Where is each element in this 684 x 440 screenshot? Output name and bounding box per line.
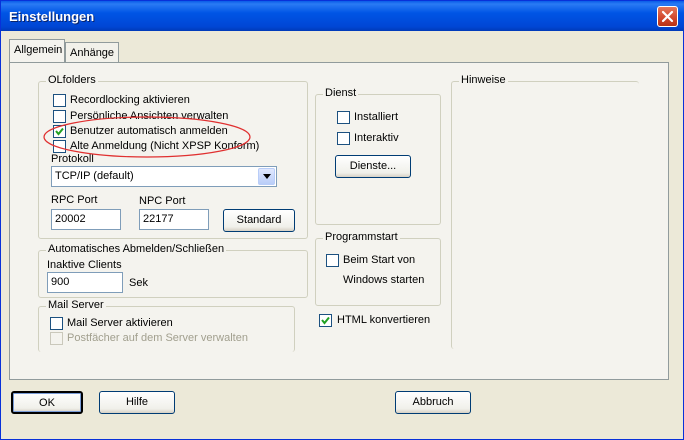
close-button[interactable] xyxy=(657,6,678,27)
settings-dialog: Einstellungen Allgemein Anhänge OLfolder… xyxy=(0,0,684,440)
html-konvertieren-label: HTML konvertieren xyxy=(337,314,431,326)
hinweise-legend: Hinweise xyxy=(459,74,508,86)
abbruch-button[interactable]: Abbruch xyxy=(395,391,471,414)
npc-port-input[interactable]: 22177 xyxy=(139,209,209,230)
olfolders-legend: OLfolders xyxy=(46,74,98,86)
rpc-port-label: RPC Port xyxy=(51,194,98,206)
abmelden-legend: Automatisches Abmelden/Schließen xyxy=(46,243,227,255)
mailserver-group xyxy=(38,306,295,352)
sek-unit-label: Sek xyxy=(129,277,148,289)
inaktive-clients-label: Inaktive Clients xyxy=(47,259,122,271)
inaktive-clients-input[interactable]: 900 xyxy=(47,272,123,293)
dienste-button[interactable]: Dienste... xyxy=(335,155,411,178)
hinweise-group xyxy=(451,81,639,349)
dienst-legend: Dienst xyxy=(323,87,359,99)
annotation-ellipse xyxy=(43,116,251,158)
html-konvertieren-checkbox[interactable] xyxy=(319,314,332,327)
protokoll-select[interactable]: TCP/IP (default) xyxy=(51,166,277,187)
rpc-port-input[interactable]: 20002 xyxy=(51,209,121,230)
beim-start-label-line2: Windows starten xyxy=(343,274,425,286)
installiert-checkbox[interactable] xyxy=(337,111,350,124)
chevron-down-icon xyxy=(263,174,271,179)
tab-allgemein-label: Allgemein xyxy=(14,44,63,56)
postfaecher-checkbox[interactable] xyxy=(50,332,63,345)
standard-button[interactable]: Standard xyxy=(223,209,295,232)
beim-start-label-line1: Beim Start von xyxy=(343,254,416,266)
mailserver-aktivieren-checkbox[interactable] xyxy=(50,317,63,330)
postfaecher-label: Postfächer auf dem Server verwalten xyxy=(67,332,248,344)
tab-anhaenge[interactable]: Anhänge xyxy=(65,42,119,62)
protokoll-value: TCP/IP (default) xyxy=(55,170,134,182)
window-title: Einstellungen xyxy=(9,9,95,24)
hilfe-button[interactable]: Hilfe xyxy=(99,391,175,414)
interaktiv-label: Interaktiv xyxy=(354,132,399,144)
checkmark-icon xyxy=(321,316,330,325)
tab-allgemein[interactable]: Allgemein xyxy=(9,39,65,62)
npc-port-label: NPC Port xyxy=(139,195,186,207)
installiert-label: Installiert xyxy=(354,111,399,123)
tab-anhaenge-label: Anhänge xyxy=(70,47,115,59)
title-bar[interactable]: Einstellungen xyxy=(1,1,684,31)
beim-start-checkbox[interactable] xyxy=(326,254,339,267)
programmstart-group xyxy=(315,238,441,306)
ok-button[interactable]: OK xyxy=(11,391,83,414)
mailserver-aktivieren-label: Mail Server aktivieren xyxy=(67,317,173,329)
protokoll-dropdown-button[interactable] xyxy=(258,168,275,185)
close-icon xyxy=(661,10,674,23)
programmstart-legend: Programmstart xyxy=(323,231,400,243)
recordlocking-label: Recordlocking aktivieren xyxy=(70,94,190,106)
mailserver-legend: Mail Server xyxy=(46,299,106,311)
recordlocking-checkbox[interactable] xyxy=(53,94,66,107)
interaktiv-checkbox[interactable] xyxy=(337,132,350,145)
